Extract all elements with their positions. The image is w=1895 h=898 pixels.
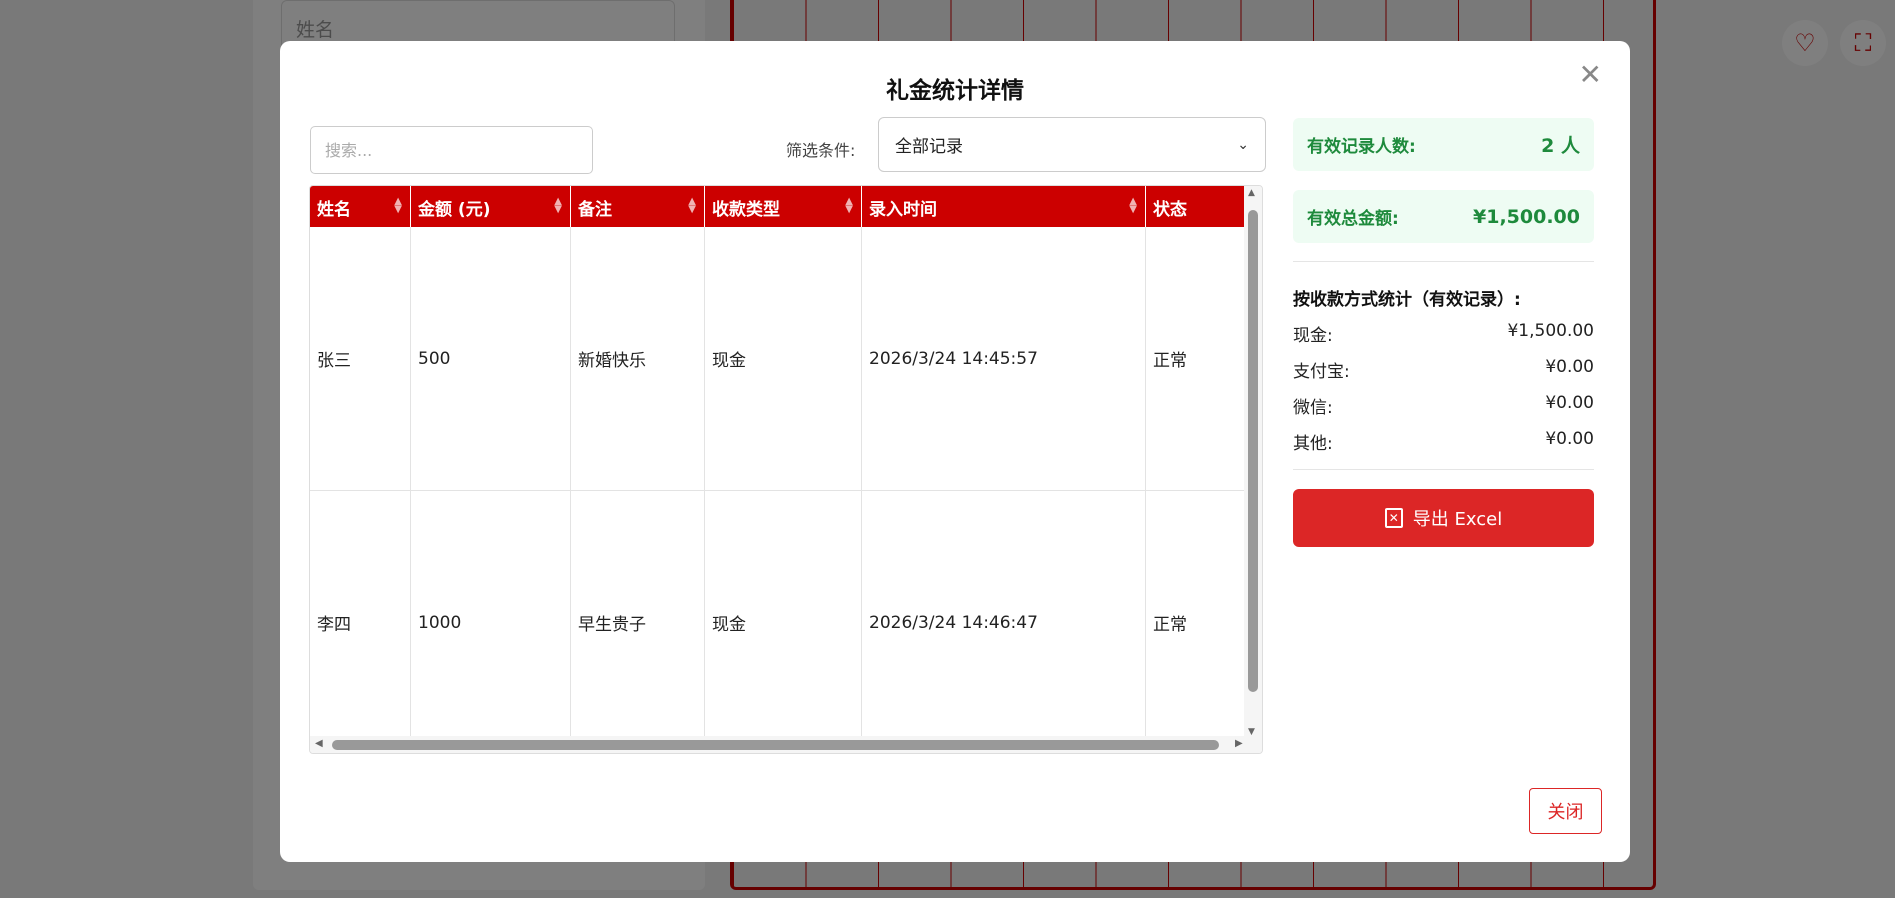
horizontal-scrollbar[interactable]: ◀ ▶ <box>310 736 1262 753</box>
payment-label: 其他: <box>1293 434 1333 454</box>
sort-icon: ▲ ▼ <box>394 196 402 215</box>
payment-label: 现金: <box>1293 326 1333 346</box>
records-table: 姓名 ▲ ▼ 金额 (元) ▲ ▼ 备注 ▲ ▼ 收款类型 ▲ ▼ 录入时间 ▲ ▼ 状态 张三 5… <box>309 185 1263 754</box>
cell-name: 张三 <box>310 227 411 490</box>
column-header-amount[interactable]: 金额 (元) ▲ ▼ <box>411 186 571 227</box>
table-header: 姓名 ▲ ▼ 金额 (元) ▲ ▼ 备注 ▲ ▼ 收款类型 ▲ ▼ 录入时间 ▲ ▼ 状态 <box>310 186 1245 227</box>
valid-count-box: 有效记录人数: 2 人 <box>1293 118 1594 171</box>
search-input[interactable] <box>310 126 593 174</box>
gift-money-modal: 礼金统计详情 ✕ 筛选条件: 全部记录 ⌄ 姓名▲▼ 金额 (元)▲▼ 备注▲▼… <box>280 41 1630 862</box>
filter-select[interactable]: 全部记录 ⌄ <box>878 117 1266 172</box>
table-body: 张三 500 新婚快乐 现金 2026/3/24 14:45:57 正常 李四 … <box>310 227 1245 753</box>
cell-note: 新婚快乐 <box>571 227 705 490</box>
table-row[interactable]: 李四 1000 早生贵子 现金 2026/3/24 14:46:47 正常 <box>310 491 1245 753</box>
divider <box>1293 261 1594 262</box>
cell-entry-time: 2026/3/24 14:46:47 <box>862 491 1146 753</box>
scroll-right-icon[interactable]: ▶ <box>1235 738 1243 749</box>
cell-note: 早生贵子 <box>571 491 705 753</box>
valid-total-value: ¥1,500.00 <box>1473 205 1580 228</box>
column-header-payment-type[interactable]: 收款类型 ▲ ▼ <box>705 186 862 227</box>
cell-entry-time: 2026/3/24 14:45:57 <box>862 227 1146 490</box>
cell-status: 正常 <box>1153 615 1187 635</box>
divider <box>1293 469 1594 470</box>
scroll-left-icon[interactable]: ◀ <box>315 738 323 749</box>
valid-total-label: 有效总金额: <box>1307 209 1399 229</box>
cell-name: 李四 <box>310 491 411 753</box>
payment-method-title: 按收款方式统计（有效记录）: <box>1293 290 1521 310</box>
vertical-scrollbar[interactable]: ▲ ▼ <box>1244 186 1262 739</box>
payment-row-wechat: 微信: ¥0.00 <box>1293 393 1594 418</box>
close-icon[interactable]: ✕ <box>1579 61 1602 89</box>
cell-amount: 1000 <box>411 491 571 753</box>
sort-icon: ▲ ▼ <box>845 196 853 215</box>
column-header-name[interactable]: 姓名 ▲ ▼ <box>310 186 411 227</box>
scroll-up-icon[interactable]: ▲ <box>1248 188 1255 198</box>
cell-amount: 500 <box>411 227 571 490</box>
payment-value: ¥0.00 <box>1545 357 1594 377</box>
payment-row-alipay: 支付宝: ¥0.00 <box>1293 357 1594 382</box>
valid-count-value: 2 人 <box>1541 135 1580 157</box>
table-row[interactable]: 张三 500 新婚快乐 现金 2026/3/24 14:45:57 正常 <box>310 227 1245 491</box>
payment-value: ¥0.00 <box>1545 429 1594 449</box>
column-header-status[interactable]: 状态 <box>1146 186 1245 227</box>
sort-icon: ▲ ▼ <box>688 196 696 215</box>
payment-row-cash: 现金: ¥1,500.00 <box>1293 321 1594 346</box>
column-header-note[interactable]: 备注 ▲ ▼ <box>571 186 705 227</box>
modal-title: 礼金统计详情 <box>886 78 1024 104</box>
export-excel-button[interactable]: ✕ 导出 Excel <box>1293 489 1594 547</box>
valid-count-label: 有效记录人数: <box>1307 137 1416 157</box>
export-excel-label: 导出 Excel <box>1412 509 1503 530</box>
sort-icon: ▲ ▼ <box>554 196 562 215</box>
payment-value: ¥1,500.00 <box>1507 321 1594 341</box>
excel-icon: ✕ <box>1384 508 1403 528</box>
sort-icon: ▲ ▼ <box>1129 196 1137 215</box>
vertical-scroll-thumb[interactable] <box>1248 210 1258 692</box>
cell-payment-type: 现金 <box>705 491 862 753</box>
payment-label: 微信: <box>1293 398 1333 418</box>
valid-total-box: 有效总金额: ¥1,500.00 <box>1293 190 1594 243</box>
payment-value: ¥0.00 <box>1545 393 1594 413</box>
chevron-down-icon: ⌄ <box>1237 136 1249 153</box>
payment-row-other: 其他: ¥0.00 <box>1293 429 1594 454</box>
cell-status: 正常 <box>1153 351 1187 371</box>
payment-label: 支付宝: <box>1293 362 1350 382</box>
cell-payment-type: 现金 <box>705 227 862 490</box>
horizontal-scroll-thumb[interactable] <box>332 740 1219 750</box>
column-header-entry-time[interactable]: 录入时间 ▲ ▼ <box>862 186 1146 227</box>
filter-label: 筛选条件: <box>786 141 856 160</box>
close-button[interactable]: 关闭 <box>1529 788 1602 834</box>
filter-select-value: 全部记录 <box>895 137 963 157</box>
